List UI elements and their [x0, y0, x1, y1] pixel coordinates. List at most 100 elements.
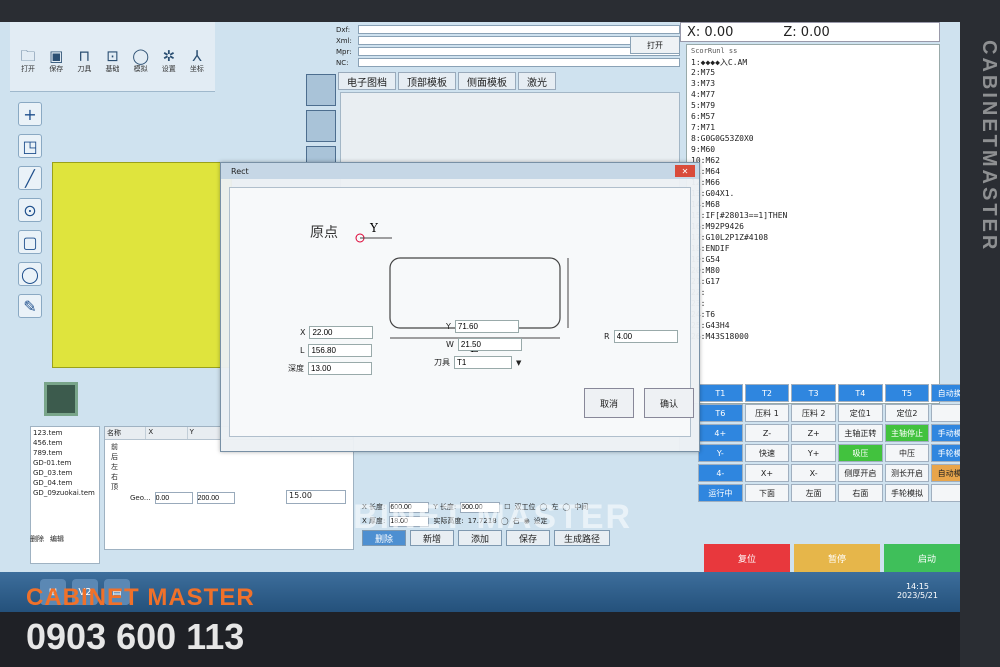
confirm-button[interactable]: 确认 [644, 388, 694, 418]
edit-file-button[interactable]: 编辑 [50, 534, 64, 544]
gcode-line: 2:M75 [691, 68, 716, 77]
line-icon[interactable]: ╱ [18, 166, 42, 190]
tool-select[interactable] [454, 356, 512, 369]
list-item[interactable]: 456.tem [33, 439, 97, 449]
base-button[interactable]: ⊡ 基础 [100, 48, 124, 91]
control-button[interactable]: T3 [791, 384, 836, 402]
l-field[interactable] [308, 344, 373, 357]
axis-button[interactable]: ⅄ 坐标 [185, 48, 209, 91]
x-label: X [300, 328, 306, 337]
control-button[interactable]: 4- [698, 464, 743, 482]
tab-dxf[interactable]: 电子图档 [338, 72, 396, 90]
control-button[interactable]: 定位2 [884, 404, 930, 422]
tree-item[interactable]: 左 [111, 462, 347, 472]
control-button[interactable]: 吸压 [838, 444, 883, 462]
control-button[interactable]: T1 [698, 384, 743, 402]
control-button[interactable]: 定位1 [838, 404, 883, 422]
add-icon[interactable]: + [18, 102, 42, 126]
z-coord: Z: 0.00 [783, 24, 830, 40]
gcode-list[interactable]: ScorRunl ss 1:◆◆◆◆入C.AM 2:M75 3:M73 4:M77 5:… [686, 44, 940, 404]
circle-icon[interactable]: ◯ [18, 262, 42, 286]
nc-field[interactable] [358, 58, 680, 67]
gcode-line: 17:G10L2P1Z#4108 [691, 233, 769, 242]
control-button[interactable]: 主轴停止 [884, 424, 930, 442]
delete-file-button[interactable]: 删除 [30, 534, 44, 544]
control-button[interactable]: 快速 [744, 444, 790, 462]
reset-button[interactable]: 复位 [704, 544, 790, 572]
gcode-line: 6:M57 [691, 112, 716, 121]
control-button[interactable]: 测长开启 [884, 464, 930, 482]
control-button[interactable]: T6 [698, 404, 743, 422]
control-button[interactable]: Y- [698, 444, 743, 462]
depth-field-dialog[interactable] [308, 362, 372, 375]
settings-button[interactable]: ✲ 设置 [157, 48, 181, 91]
control-button[interactable]: Z+ [791, 424, 836, 442]
gcode-line: 23: [691, 299, 935, 310]
control-button[interactable]: 右面 [838, 484, 883, 502]
tab-top-template[interactable]: 顶部模板 [398, 72, 456, 90]
control-button[interactable]: 压料 1 [744, 404, 790, 422]
pause-button[interactable]: 暂停 [794, 544, 880, 572]
control-button[interactable]: 左面 [791, 484, 836, 502]
x-field[interactable] [309, 326, 374, 339]
control-button[interactable]: Z- [744, 424, 790, 442]
dxf-field[interactable] [358, 25, 680, 34]
phone-number: 0903 600 113 [26, 616, 245, 657]
save-button[interactable]: ▣ 保存 [44, 48, 68, 91]
file-fields: Dxf: Xml: Mpr: NC: [336, 24, 680, 68]
control-button[interactable]: 下面 [744, 484, 790, 502]
simulate-icon: ◯ [132, 47, 150, 65]
list-item[interactable]: GD_04.tem [33, 479, 97, 489]
brand-logo-text: CABINET MASTER [26, 584, 255, 611]
open-file-button[interactable]: 打开 [630, 36, 680, 54]
control-button[interactable]: X+ [744, 464, 790, 482]
top-view-icon[interactable] [306, 110, 336, 142]
control-button[interactable]: 压料 2 [791, 404, 836, 422]
control-button[interactable]: 运行中 [698, 484, 743, 502]
tab-side-template[interactable]: 侧面模板 [458, 72, 516, 90]
tree-item[interactable]: 右 [111, 472, 347, 482]
control-button[interactable]: 主轴正转 [838, 424, 883, 442]
control-button[interactable]: X- [791, 464, 836, 482]
point-icon[interactable]: ⊙ [18, 198, 42, 222]
control-button[interactable]: T5 [884, 384, 930, 402]
list-item[interactable]: GD-01.tem [33, 459, 97, 469]
open-button[interactable]: 🗀 打开 [16, 48, 40, 91]
control-button[interactable]: 中压 [884, 444, 930, 462]
y-field[interactable] [454, 320, 519, 333]
gcode-line: 14:M68 [691, 200, 720, 209]
tool-button[interactable]: ⊓ 刀具 [72, 48, 96, 91]
pen-icon[interactable]: ✎ [18, 294, 42, 318]
mpr-label: Mpr: [336, 47, 352, 56]
gcode-line: 10:M62 [691, 156, 720, 165]
start-button[interactable]: 启动 [884, 544, 970, 572]
geo-y-field[interactable] [196, 492, 235, 504]
list-item[interactable]: 789.tem [33, 449, 97, 459]
front-view-icon[interactable] [306, 74, 336, 106]
tab-laser[interactable]: 激光 [518, 72, 556, 90]
control-button[interactable]: 侧厚开启 [838, 464, 883, 482]
geo-x-field[interactable] [154, 492, 193, 504]
list-item[interactable]: GD_03.tem [33, 469, 97, 479]
list-item[interactable]: 123.tem [33, 429, 97, 439]
control-button[interactable]: Y+ [791, 444, 836, 462]
pointer-icon[interactable]: ◳ [18, 134, 42, 158]
control-button[interactable]: 4+ [698, 424, 743, 442]
view-cube-icon[interactable] [44, 382, 78, 416]
control-button[interactable]: T4 [838, 384, 883, 402]
slot-outline [389, 257, 561, 329]
cancel-button[interactable]: 取消 [584, 388, 634, 418]
list-item[interactable]: GD_09zuokai.tem [33, 489, 97, 499]
w-label: W [446, 340, 454, 349]
r-field[interactable] [613, 330, 678, 343]
tree-item[interactable]: 后 [111, 452, 347, 462]
gcode-line: 21:G17 [691, 277, 720, 286]
w-field[interactable] [457, 338, 522, 351]
control-button[interactable]: 手轮模拟 [884, 484, 930, 502]
taskbar-clock[interactable]: 14:15 2023/5/21 [897, 582, 938, 600]
close-icon[interactable]: ✕ [675, 165, 695, 177]
simulate-button[interactable]: ◯ 模拟 [129, 48, 153, 91]
chevron-down-icon[interactable]: ▼ [516, 359, 524, 367]
control-button[interactable]: T2 [744, 384, 790, 402]
rect-icon[interactable]: ▢ [18, 230, 42, 254]
